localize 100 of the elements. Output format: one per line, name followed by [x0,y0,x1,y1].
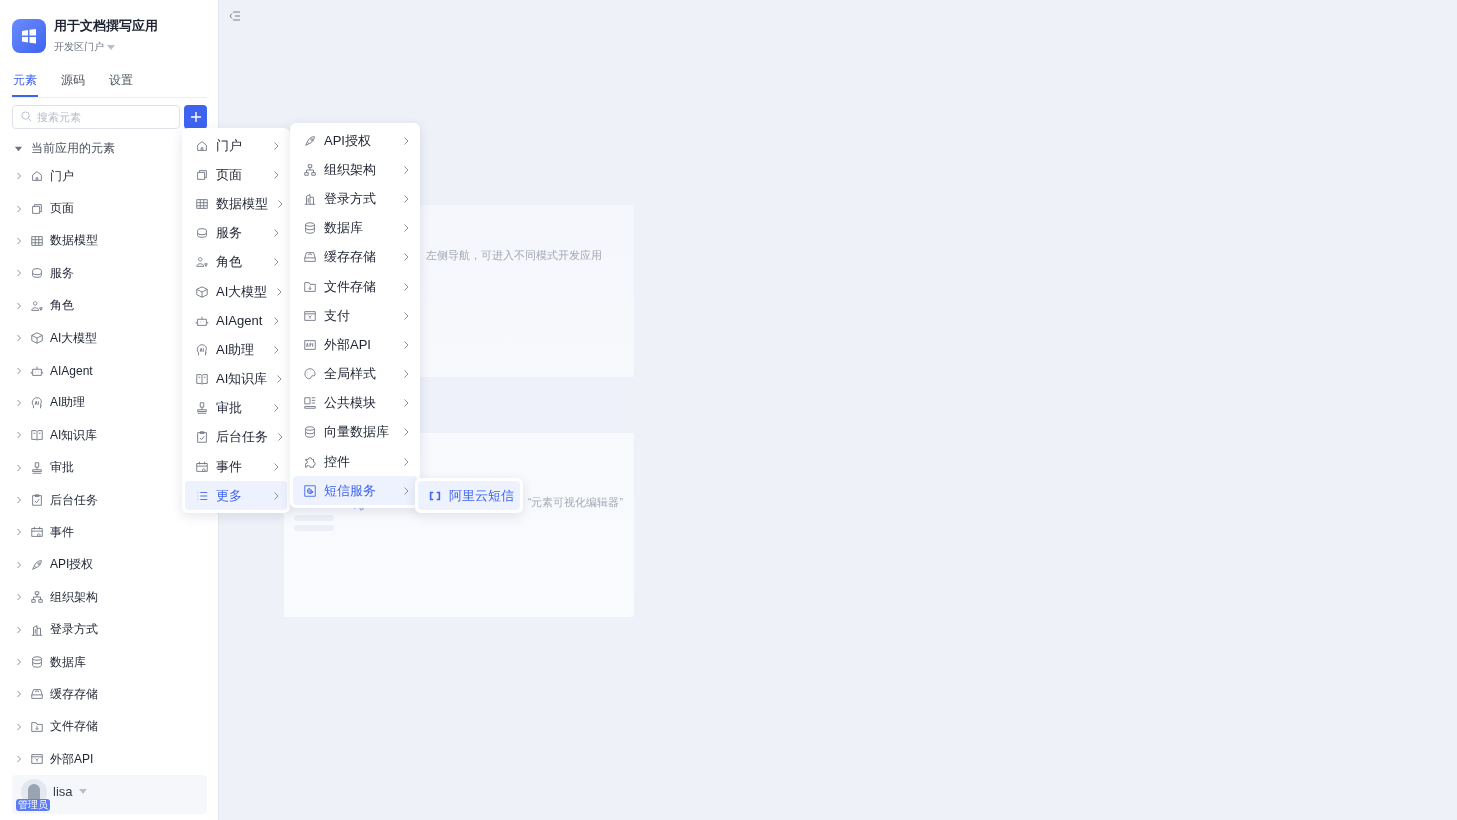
collapse-icon[interactable] [229,11,241,21]
chevron-icon[interactable] [14,657,24,668]
book-icon [30,428,44,443]
tree-item-label[interactable]: 事件 [50,524,74,541]
tree-item-label[interactable]: 缓存存储 [50,685,98,703]
menu-item[interactable]: 数据库 [293,213,417,243]
chevron-icon[interactable] [14,754,24,765]
people-icon [195,255,209,270]
chevron-icon[interactable] [14,300,24,311]
tab[interactable]: 设置 [108,72,134,97]
tree-item-label[interactable]: 后台任务 [50,491,98,509]
chevron-icon[interactable] [14,171,24,182]
chevron-icon[interactable] [14,333,24,344]
tree-item-label[interactable]: 数据模型 [50,232,98,250]
menu-item[interactable]: 文件存储 [293,271,417,302]
menu-item[interactable]: 事件 [185,452,287,482]
menu-item[interactable]: API授权 [293,126,417,156]
chevron-icon[interactable] [14,592,24,603]
chevron-icon[interactable] [14,203,24,214]
menu-item[interactable]: 短信服务 [293,476,417,506]
chevron-icon [271,344,281,355]
tree-item-label[interactable]: 外部API [50,750,94,768]
menu-item[interactable]: AIAgent [185,306,287,336]
building-icon [303,191,317,206]
table-icon [30,233,44,248]
search-field[interactable]: 搜索元素 [12,105,180,129]
caret-icon [107,44,115,50]
role-badge: 管理员 [16,799,50,812]
chevron-icon[interactable] [14,559,24,570]
building-icon [30,622,44,637]
chevron-icon[interactable] [14,365,24,376]
tree-item-label[interactable]: AIAgent [50,363,93,378]
menu-item[interactable]: 页面 [185,160,287,190]
chevron-icon[interactable] [14,462,24,473]
menu-item[interactable]: AI知识库 [185,364,287,394]
menu-item[interactable]: 向量数据库 [293,417,417,448]
wallet-icon [30,752,44,767]
menu-item[interactable]: 审批 [185,393,287,423]
menu-item[interactable]: 全局样式 [293,359,417,389]
menu-item[interactable]: 后台任务 [185,422,287,453]
drive-icon [30,687,44,702]
tree-item-label[interactable]: 组织架构 [50,588,98,606]
chevron-icon[interactable] [14,397,24,408]
menu-item[interactable]: 支付 [293,301,417,331]
tree-item-label[interactable]: 文件存储 [50,718,98,736]
menu-item[interactable]: 数据模型 [185,189,287,219]
menu-item[interactable]: 控件 [293,447,417,477]
chevron-icon[interactable] [14,721,24,732]
chevron-icon[interactable] [14,268,24,279]
chevron-icon[interactable] [14,235,24,246]
add-button[interactable] [184,105,207,129]
tree-item-label[interactable]: 审批 [50,459,74,477]
tree-item-label[interactable]: 登录方式 [50,621,98,639]
message-icon [303,483,317,498]
menu-item[interactable]: 缓存存储 [293,242,417,272]
menu-item[interactable]: 组织架构 [293,155,417,185]
chevron-icon[interactable] [14,624,24,635]
tab[interactable]: 源码 [60,72,86,97]
menu-item[interactable]: AI助理 [185,335,287,365]
menu-item[interactable]: 门户 [185,131,287,161]
chevron-icon[interactable] [14,689,24,700]
tree-item-label[interactable]: 服务 [50,264,74,282]
portal-dropdown[interactable]: 开发区门户 [54,40,158,54]
menu-item[interactable]: 阿里云短信 [418,481,520,511]
chevron-icon [271,461,281,472]
chevron-icon [271,228,281,239]
user-bar[interactable]: 管理员 lisa [12,775,207,814]
menu-item[interactable]: 角色 [185,247,287,277]
stamp-icon [195,401,209,416]
user-name: lisa [53,784,73,800]
tree-item-label[interactable]: AI知识库 [50,426,98,444]
tree-item-label[interactable]: 门户 [50,167,74,185]
tree-item-label[interactable]: API授权 [50,556,94,574]
home-icon [195,138,209,153]
tree-group-label[interactable]: 当前应用的元素 [31,139,115,157]
tree-item-label[interactable]: AI助理 [50,394,86,412]
menu-item[interactable]: 更多 [185,481,287,511]
rocket-icon [303,133,317,148]
home-icon [30,169,44,184]
tree-item-label[interactable]: 角色 [50,297,74,315]
tab[interactable]: 元素 [12,72,38,97]
tree-item-label[interactable]: 页面 [50,200,74,218]
menu-item[interactable]: 外部API [293,330,417,360]
chevron-icon[interactable] [14,527,24,538]
folder-icon [303,279,317,294]
drive-icon [303,250,317,265]
menu-item[interactable]: 登录方式 [293,184,417,214]
menu-item[interactable]: 服务 [185,218,287,248]
menu-item[interactable]: 公共模块 [293,388,417,418]
cube-icon [30,331,44,346]
coins-icon [195,226,209,241]
window-icon [30,201,44,216]
menu-item[interactable]: AI大模型 [185,276,287,307]
layout-icon [303,396,317,411]
chevron-icon [401,252,411,263]
chevron-icon[interactable] [14,430,24,441]
chevron-icon [401,369,411,380]
chevron-icon[interactable] [14,495,24,506]
tree-item-label[interactable]: AI大模型 [50,329,98,347]
tree-item-label[interactable]: 数据库 [50,653,86,671]
